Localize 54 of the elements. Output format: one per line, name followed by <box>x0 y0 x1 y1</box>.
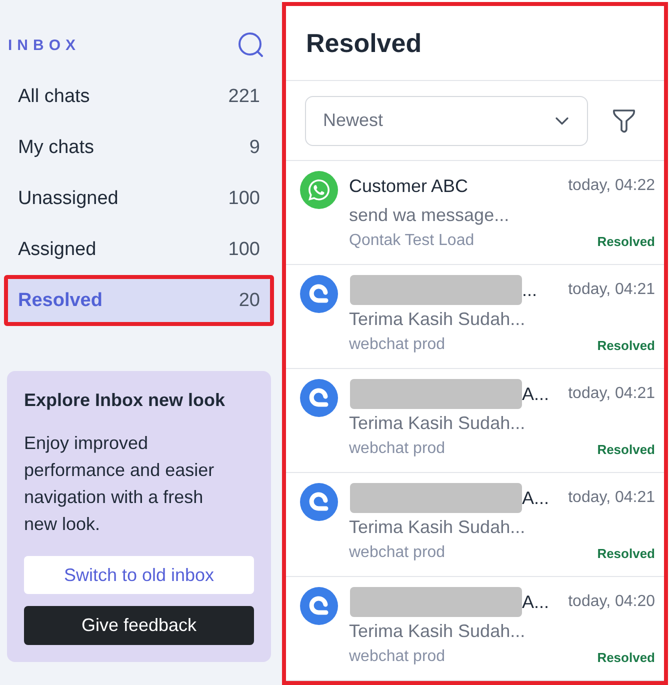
status-label: Resolved <box>597 338 655 352</box>
status-label: Resolved <box>597 442 655 456</box>
contact-name: ... <box>522 280 538 300</box>
contact-name: Customer ABC <box>349 176 468 196</box>
sort-dropdown[interactable]: Newest <box>305 96 588 146</box>
inbox-title: INBOX <box>8 36 81 54</box>
panel-title: Resolved <box>306 28 422 58</box>
channel-name: Qontak Test Load <box>349 232 474 250</box>
webchat-icon <box>300 379 338 417</box>
switch-button[interactable]: Switch to old inbox <box>24 556 254 594</box>
message-preview: Terima Kasih Sudah... <box>349 516 526 539</box>
message-time: today, 04:22 <box>568 177 655 195</box>
channel-name: webchat prod <box>349 648 446 666</box>
message-preview: Terima Kasih Sudah... <box>349 620 526 643</box>
whatsapp-icon <box>300 171 338 209</box>
webchat-icon <box>300 483 338 521</box>
contact-name: A... <box>522 592 550 612</box>
sidebar-item[interactable]: Resolved 20 <box>8 279 270 322</box>
promo-title: Explore Inbox new look <box>24 389 226 411</box>
search-icon[interactable] <box>238 32 264 58</box>
conversation-item[interactable]: A... today, 04:21 Terima Kasih Sudah... webchat prod Resolved <box>286 473 664 577</box>
conversation-item[interactable]: A... today, 04:20 Terima Kasih Sudah... webchat prod Resolved <box>286 577 664 681</box>
channel-name: webchat prod <box>349 336 446 354</box>
message-time: today, 04:21 <box>568 489 655 507</box>
webchat-icon <box>300 587 338 625</box>
chat-count: 221 <box>228 86 260 108</box>
promo-text: Enjoy improved performance and easier navigation with a fresh new look. <box>24 432 216 536</box>
sidebar-item[interactable]: Unassigned 100 <box>8 177 270 220</box>
status-label: Resolved <box>597 234 655 248</box>
message-time: today, 04:21 <box>568 281 655 299</box>
contact-name: A... <box>522 488 550 508</box>
message-preview: send wa message... <box>349 204 510 227</box>
message-preview: Terima Kasih Sudah... <box>349 412 526 435</box>
message-time: today, 04:21 <box>568 385 655 403</box>
contact-name: A... <box>522 384 550 404</box>
chat-count: 9 <box>249 136 260 158</box>
status-label: Resolved <box>597 650 655 664</box>
webchat-icon <box>300 275 338 313</box>
conversation-item[interactable]: ... today, 04:21 Terima Kasih Sudah... webchat prod Resolved <box>286 265 664 369</box>
conversation-item[interactable]: A... today, 04:21 Terima Kasih Sudah... webchat prod Resolved <box>286 369 664 473</box>
sidebar-item[interactable]: My chats 9 <box>8 126 270 169</box>
sidebar-item[interactable]: Assigned 100 <box>8 228 270 271</box>
chat-count: 20 <box>238 290 260 312</box>
channel-name: webchat prod <box>349 440 446 458</box>
conversation-item[interactable]: Customer ABC today, 04:22 send wa message... Qontak Test Load Resolved <box>286 161 664 265</box>
status-label: Resolved <box>597 546 655 560</box>
message-time: today, 04:20 <box>568 593 655 611</box>
filter-icon[interactable] <box>612 108 636 134</box>
chat-count: 100 <box>228 238 260 260</box>
message-preview: Terima Kasih Sudah... <box>349 308 526 331</box>
feedback-button[interactable]: Give feedback <box>24 606 254 645</box>
chat-count: 100 <box>228 188 260 210</box>
sidebar-item[interactable]: All chats 221 <box>8 75 270 118</box>
channel-name: webchat prod <box>349 544 446 562</box>
